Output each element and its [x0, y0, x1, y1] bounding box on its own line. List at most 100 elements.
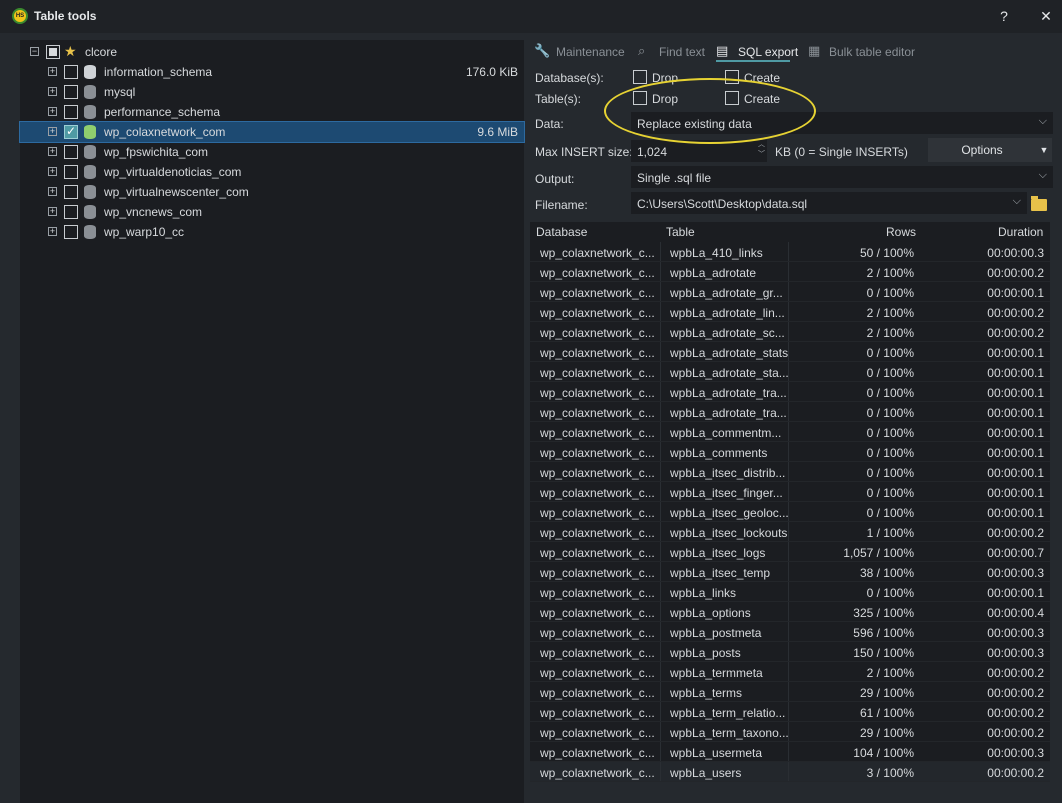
cell-duration: 00:00:00.3 — [987, 566, 1044, 580]
tab-sql-export[interactable]: ▤ SQL export — [716, 40, 798, 62]
row-divider — [530, 781, 1050, 782]
database-checkbox[interactable] — [64, 105, 78, 119]
cell-table: wpbLa_links — [670, 586, 737, 600]
table-row[interactable]: wp_colaxnetwork_c... wpbLa_commentm... 0 /… — [530, 422, 1050, 442]
table-row[interactable]: wp_colaxnetwork_c... wpbLa_adrotate_tra..… — [530, 382, 1050, 402]
tree-item[interactable]: + wp_virtualdenoticias_com — [20, 162, 524, 182]
cell-rows: 2 / 100% — [866, 266, 914, 280]
table-row[interactable]: wp_colaxnetwork_c... wpbLa_adrotate_lin..… — [530, 302, 1050, 322]
tab-find-text[interactable]: ⌕ Find text — [638, 40, 708, 62]
column-header-rows[interactable]: Rows — [886, 225, 916, 239]
table-row[interactable]: wp_colaxnetwork_c... wpbLa_itsec_temp 38 /… — [530, 562, 1050, 582]
cell-database: wp_colaxnetwork_c... — [540, 346, 655, 360]
cell-database: wp_colaxnetwork_c... — [540, 646, 655, 660]
table-row[interactable]: wp_colaxnetwork_c... wpbLa_410_links 50 / … — [530, 242, 1050, 262]
tree-item[interactable]: + wp_colaxnetwork_com 9.6 MiB — [19, 121, 525, 143]
table-row[interactable]: wp_colaxnetwork_c... wpbLa_links 0 / 100% 0… — [530, 582, 1050, 602]
table-row[interactable]: wp_colaxnetwork_c... wpbLa_usermeta 104 / … — [530, 742, 1050, 762]
expand-icon[interactable]: + — [48, 87, 57, 96]
database-checkbox[interactable] — [64, 205, 78, 219]
database-checkbox[interactable] — [64, 165, 78, 179]
help-button[interactable]: ? — [994, 6, 1014, 26]
tree-item[interactable]: + mysql — [20, 82, 524, 102]
expand-icon[interactable]: + — [48, 187, 57, 196]
collapse-icon[interactable]: − — [30, 47, 39, 56]
column-divider — [788, 622, 789, 642]
options-dropdown-button[interactable]: ▼ — [1036, 138, 1052, 162]
binoculars-icon: ⌕ — [638, 43, 646, 58]
column-divider — [660, 702, 661, 722]
tree-item[interactable]: + wp_virtualnewscenter_com — [20, 182, 524, 202]
table-row[interactable]: wp_colaxnetwork_c... wpbLa_adrotate_sc...… — [530, 322, 1050, 342]
table-row[interactable]: wp_colaxnetwork_c... wpbLa_term_taxono...… — [530, 722, 1050, 742]
tree-item[interactable]: + wp_vncnews_com — [20, 202, 524, 222]
table-row[interactable]: wp_colaxnetwork_c... wpbLa_users 3 / 100% 0… — [530, 762, 1050, 782]
tree-item[interactable]: + information_schema 176.0 KiB — [20, 62, 524, 82]
expand-icon[interactable]: + — [48, 167, 57, 176]
column-divider — [660, 362, 661, 382]
cell-database: wp_colaxnetwork_c... — [540, 686, 655, 700]
cell-table: wpbLa_usermeta — [670, 746, 763, 760]
chevron-down-icon[interactable]: ⌵ — [1013, 195, 1021, 208]
table-row[interactable]: wp_colaxnetwork_c... wpbLa_posts 150 / 100… — [530, 642, 1050, 662]
column-header-table[interactable]: Table — [666, 225, 695, 239]
database-checkbox[interactable] — [64, 225, 78, 239]
output-select[interactable]: Single .sql file ⌵ — [631, 166, 1053, 188]
table-row[interactable]: wp_colaxnetwork_c... wpbLa_itsec_logs 1,05… — [530, 542, 1050, 562]
table-row[interactable]: wp_colaxnetwork_c... wpbLa_terms 29 / 100%… — [530, 682, 1050, 702]
database-checkbox[interactable] — [64, 145, 78, 159]
table-row[interactable]: wp_colaxnetwork_c... wpbLa_term_relatio..… — [530, 702, 1050, 722]
table-row[interactable]: wp_colaxnetwork_c... wpbLa_adrotate_stats… — [530, 342, 1050, 362]
options-button[interactable]: Options — [928, 138, 1036, 162]
database-checkbox[interactable] — [64, 185, 78, 199]
root-checkbox[interactable] — [46, 45, 60, 59]
close-button[interactable]: ✕ — [1036, 6, 1056, 26]
table-row[interactable]: wp_colaxnetwork_c... wpbLa_adrotate_tra..… — [530, 402, 1050, 422]
export-results-grid[interactable]: Database Table Rows Duration wp_colaxnet… — [530, 222, 1050, 782]
expand-icon[interactable]: + — [48, 127, 57, 136]
table-row[interactable]: wp_colaxnetwork_c... wpbLa_comments 0 / 10… — [530, 442, 1050, 462]
tab-bulk-table-editor[interactable]: ▦ Bulk table editor — [808, 40, 918, 62]
tree-item[interactable]: + performance_schema — [20, 102, 524, 122]
cell-table: wpbLa_postmeta — [670, 626, 762, 640]
column-divider — [660, 582, 661, 602]
database-drop-checkbox[interactable] — [633, 70, 647, 84]
table-row[interactable]: wp_colaxnetwork_c... wpbLa_adrotate_sta..… — [530, 362, 1050, 382]
tree-item[interactable]: + wp_fpswichita_com — [20, 142, 524, 162]
database-checkbox[interactable] — [64, 85, 78, 99]
database-tree[interactable]: − ★ clcore + information_schema 176.0 KiB +… — [19, 40, 525, 803]
expand-icon[interactable]: + — [48, 227, 57, 236]
column-divider — [660, 262, 661, 282]
column-header-database[interactable]: Database — [536, 225, 587, 239]
expand-icon[interactable]: + — [48, 147, 57, 156]
column-header-duration[interactable]: Duration — [998, 225, 1043, 239]
table-row[interactable]: wp_colaxnetwork_c... wpbLa_adrotate_gr...… — [530, 282, 1050, 302]
filename-input[interactable]: C:\Users\Scott\Desktop\data.sql ⌵ — [631, 192, 1027, 214]
database-checkbox[interactable] — [64, 65, 78, 79]
table-row[interactable]: wp_colaxnetwork_c... wpbLa_itsec_lockouts… — [530, 522, 1050, 542]
table-row[interactable]: wp_colaxnetwork_c... wpbLa_itsec_finger..… — [530, 482, 1050, 502]
table-row[interactable]: wp_colaxnetwork_c... wpbLa_termmeta 2 / 10… — [530, 662, 1050, 682]
folder-open-icon[interactable] — [1031, 196, 1047, 211]
column-divider — [660, 742, 661, 762]
expand-icon[interactable]: + — [48, 207, 57, 216]
tab-maintenance[interactable]: 🔧 Maintenance — [534, 40, 626, 62]
database-name: wp_virtualdenoticias_com — [104, 165, 242, 179]
table-row[interactable]: wp_colaxnetwork_c... wpbLa_options 325 / 1… — [530, 602, 1050, 622]
tree-item[interactable]: + wp_warp10_cc — [20, 222, 524, 242]
table-row[interactable]: wp_colaxnetwork_c... wpbLa_itsec_distrib.… — [530, 462, 1050, 482]
database-checkbox[interactable] — [64, 124, 78, 139]
table-row[interactable]: wp_colaxnetwork_c... wpbLa_itsec_geoloc..… — [530, 502, 1050, 522]
table-row[interactable]: wp_colaxnetwork_c... wpbLa_adrotate 2 / 10… — [530, 262, 1050, 282]
cell-duration: 00:00:00.1 — [987, 466, 1044, 480]
expand-icon[interactable]: + — [48, 107, 57, 116]
spin-arrows-icon[interactable]: ︿ ﹀ — [758, 140, 765, 160]
table-row[interactable]: wp_colaxnetwork_c... wpbLa_postmeta 596 / … — [530, 622, 1050, 642]
cell-duration: 00:00:00.2 — [987, 726, 1044, 740]
column-divider — [788, 542, 789, 562]
expand-icon[interactable]: + — [48, 67, 57, 76]
tree-root[interactable]: − ★ clcore — [20, 42, 524, 62]
column-divider — [660, 562, 661, 582]
tab-label: Find text — [659, 45, 706, 59]
column-divider — [788, 702, 789, 722]
